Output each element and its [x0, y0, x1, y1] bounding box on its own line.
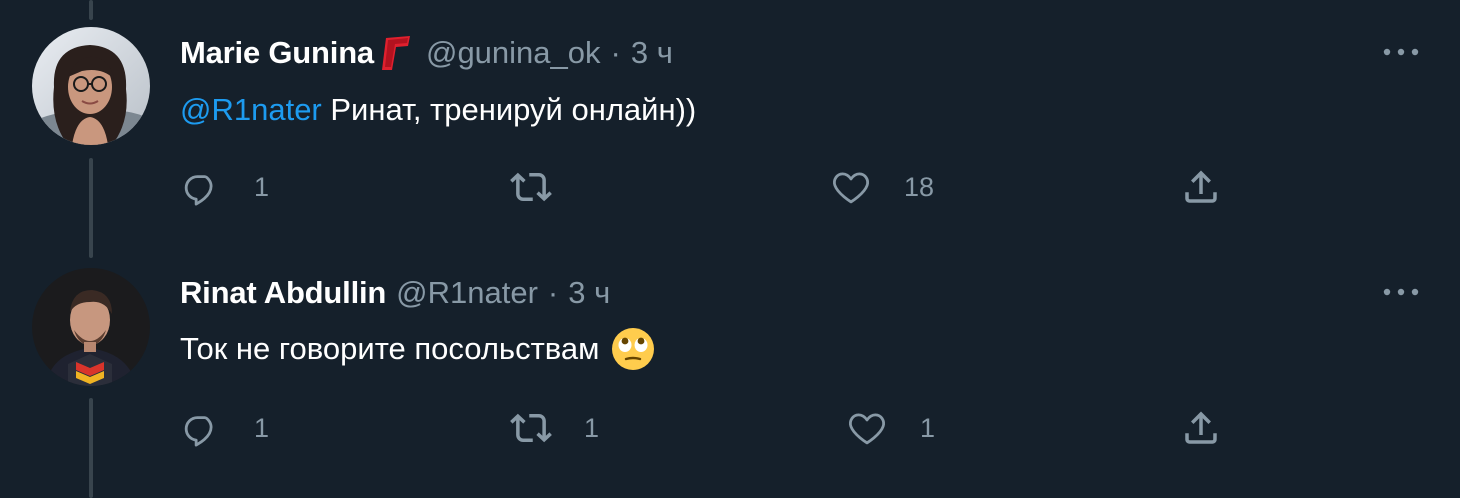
heart-icon [833, 172, 869, 204]
reply-icon [184, 175, 213, 206]
avatar[interactable] [32, 268, 150, 386]
separator-dot: · [547, 275, 559, 310]
reply-count: 1 [254, 412, 270, 443]
display-name[interactable]: Rinat Abdullin [180, 275, 386, 311]
tweet-actions: 1 18 [180, 162, 1280, 212]
reply-icon [184, 416, 213, 447]
like-button[interactable]: 1 [846, 403, 935, 453]
like-button[interactable]: 18 [830, 162, 934, 212]
brand-flag-icon [378, 34, 412, 72]
timestamp[interactable]: 3 ч [568, 275, 610, 311]
tweet-actions: 1 1 1 [180, 403, 1280, 453]
heart-icon [849, 413, 885, 445]
share-icon [1185, 411, 1217, 444]
avatar-photo [32, 268, 150, 386]
thread-line-middle [89, 158, 93, 258]
thread-line-top [89, 0, 93, 20]
tweet-text: @R1nater Ринат, тренируй онлайн)) [180, 88, 696, 132]
retweet-button[interactable] [510, 162, 584, 212]
reply-button[interactable]: 1 [180, 403, 269, 453]
more-options-icon[interactable] [1381, 42, 1421, 62]
more-options-icon[interactable] [1381, 282, 1421, 302]
reply-count: 1 [254, 171, 270, 202]
tweet-text: Ток не говорите посольствам [180, 326, 655, 372]
like-count: 1 [920, 412, 936, 443]
tweet-body: Ток не говорите посольствам [180, 331, 600, 366]
avatar[interactable] [32, 27, 150, 145]
handle[interactable]: @R1nater [396, 275, 538, 311]
retweet-icon [510, 172, 552, 202]
like-count: 18 [904, 171, 935, 202]
tweet-header: Rinat Abdullin @R1nater · 3 ч [180, 273, 610, 313]
share-button[interactable] [1180, 403, 1222, 453]
share-icon [1185, 170, 1217, 203]
reply-button[interactable]: 1 [180, 162, 269, 212]
mention-link[interactable]: @R1nater [180, 92, 322, 128]
tweet-body: Ринат, тренируй онлайн)) [321, 92, 697, 127]
retweet-icon [510, 413, 552, 443]
face-with-rolling-eyes-emoji [611, 327, 655, 371]
tweet-header: Marie Gunina @gunina_ok · 3 ч [180, 33, 673, 73]
retweet-button[interactable]: 1 [510, 403, 599, 453]
display-name[interactable]: Marie Gunina [180, 35, 374, 71]
avatar-photo [32, 27, 150, 145]
share-button[interactable] [1180, 162, 1222, 212]
separator-dot: · [610, 35, 621, 70]
tweet-thread: Marie Gunina @gunina_ok · 3 ч @R1nater Р… [0, 0, 1460, 498]
handle[interactable]: @gunina_ok [426, 35, 601, 71]
thread-line-bottom [89, 398, 93, 498]
timestamp[interactable]: 3 ч [631, 35, 673, 71]
retweet-count: 1 [584, 412, 600, 443]
